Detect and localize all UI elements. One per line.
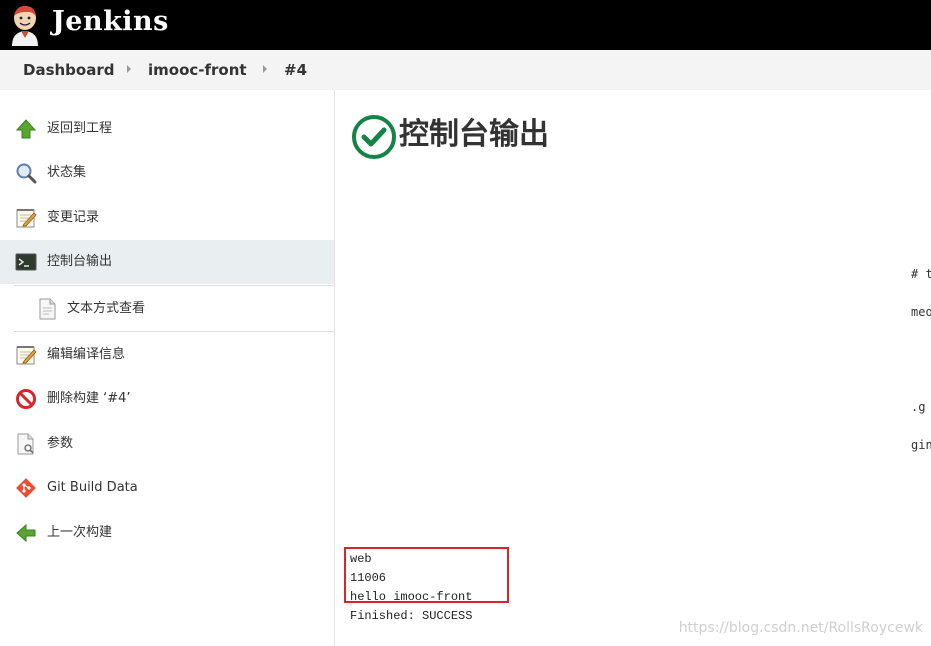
terminal-icon [15, 253, 37, 271]
sidebar-item-edit-build-info[interactable]: 编辑编译信息 [0, 333, 334, 377]
search-icon [16, 163, 37, 184]
breadcrumb-separator-icon [127, 65, 131, 73]
sidebar-item-status[interactable]: 状态集 [0, 151, 334, 195]
sidebar-item-git-build-data[interactable]: Git Build Data [0, 466, 334, 510]
page-title: 控制台输出 [399, 117, 549, 152]
sidebar-item-view-as-plain-text[interactable]: 文本方式查看 [0, 287, 334, 331]
sidebar-item-label: 参数 [47, 436, 74, 451]
notepad-icon [16, 346, 37, 365]
left-arrow-icon [16, 523, 36, 543]
no-entry-icon [16, 389, 36, 409]
up-arrow-icon [15, 119, 37, 139]
document-search-icon [17, 433, 34, 455]
console-output-line: web [350, 552, 372, 566]
sidebar-item-label: 删除构建 ‘#4’ [47, 391, 131, 406]
top-header: Jenkins [0, 0, 931, 50]
sidebar: 返回到工程 状态集 变更记录 控制台输出 文本方式查看 编辑编译信息 删除构建 … [0, 90, 335, 646]
sidebar-item-delete-build[interactable]: 删除构建 ‘#4’ [0, 377, 334, 421]
sidebar-item-changes[interactable]: 变更记录 [0, 196, 334, 240]
breadcrumb-project[interactable]: imooc-front [148, 61, 247, 79]
sidebar-item-label: 上一次构建 [47, 525, 113, 540]
console-text-fragment: # t [911, 267, 931, 281]
sidebar-item-label: Git Build Data [47, 480, 138, 495]
console-output-line: hello imooc-front [350, 590, 473, 604]
sidebar-item-label: 编辑编译信息 [47, 347, 126, 362]
git-icon [16, 478, 36, 498]
sidebar-item-back-to-project[interactable]: 返回到工程 [0, 107, 334, 151]
app-title[interactable]: Jenkins [52, 6, 169, 38]
sidebar-item-label: 变更记录 [47, 210, 100, 225]
console-text-fragment: meo [911, 305, 931, 319]
sidebar-item-label: 返回到工程 [47, 121, 113, 136]
watermark: https://blog.csdn.net/RollsRoycewk [678, 620, 923, 636]
sidebar-divider [14, 285, 334, 286]
sidebar-item-parameters[interactable]: 参数 [0, 422, 334, 466]
notepad-icon [16, 209, 37, 228]
breadcrumb: Dashboard imooc-front #4 [0, 50, 931, 90]
console-finished-line: Finished: SUCCESS [350, 609, 473, 623]
sidebar-item-label: 控制台输出 [47, 254, 113, 269]
breadcrumb-build[interactable]: #4 [284, 61, 307, 79]
jenkins-logo-icon[interactable] [8, 4, 42, 46]
sidebar-divider [14, 331, 334, 332]
sidebar-item-previous-build[interactable]: 上一次构建 [0, 511, 334, 555]
console-output-line: 11006 [350, 571, 387, 585]
sidebar-item-label: 文本方式查看 [67, 301, 146, 316]
sidebar-item-console-output[interactable]: 控制台输出 [0, 240, 334, 284]
console-text-fragment: gin [911, 438, 931, 452]
document-icon [39, 298, 56, 320]
console-text-fragment: .g [911, 400, 926, 414]
breadcrumb-dashboard[interactable]: Dashboard [23, 61, 114, 79]
sidebar-item-label: 状态集 [47, 165, 87, 180]
success-check-icon [352, 115, 396, 159]
breadcrumb-separator-icon [263, 65, 267, 73]
